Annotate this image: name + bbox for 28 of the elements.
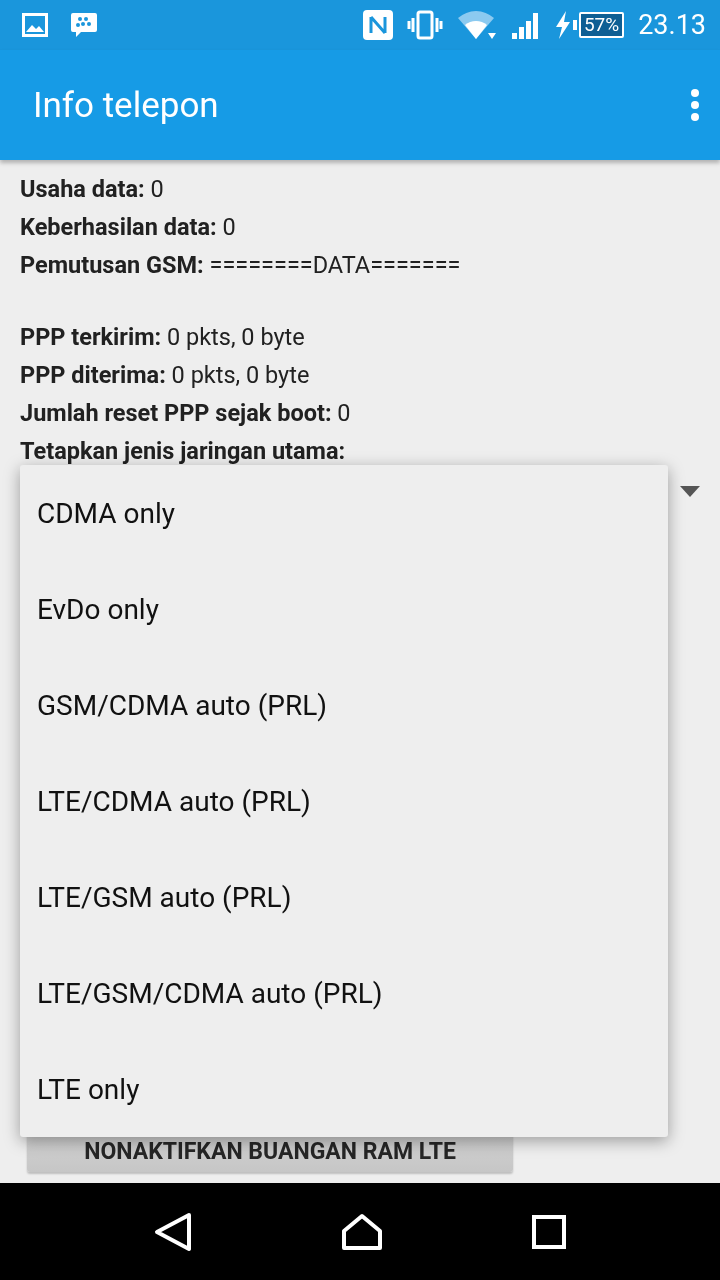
back-icon[interactable] (154, 1211, 193, 1252)
menu-item[interactable]: LTE/GSM/CDMA auto (PRL) (20, 945, 668, 1041)
chat-icon (70, 11, 98, 39)
info-line: Usaha data: 0 (20, 174, 165, 205)
clock: 23.13 (638, 9, 706, 41)
signal-icon (510, 10, 541, 40)
home-icon[interactable] (341, 1212, 383, 1251)
recents-icon[interactable] (531, 1214, 566, 1249)
more-options-icon[interactable] (690, 88, 700, 122)
vibrate-icon (406, 10, 443, 40)
menu-item[interactable]: CDMA only (20, 465, 668, 561)
charging-icon (554, 11, 571, 39)
menu-item[interactable]: LTE/GSM auto (PRL) (20, 849, 668, 945)
dropdown-arrow-icon[interactable] (680, 486, 700, 498)
info-line: PPP diterima: 0 pkts, 0 byte (20, 360, 311, 391)
wifi-icon (456, 9, 497, 41)
menu-item[interactable]: EvDo only (20, 561, 668, 657)
info-line: Keberhasilan data: 0 (20, 212, 237, 243)
info-line: Pemutusan GSM: ========DATA======= (20, 250, 462, 281)
info-line: Tetapkan jenis jaringan utama: (20, 436, 347, 467)
gallery-icon (22, 13, 48, 37)
menu-item[interactable]: GSM/CDMA auto (PRL) (20, 657, 668, 753)
battery-level: 57% (578, 12, 625, 38)
nfc-icon (362, 10, 393, 40)
info-line: PPP terkirim: 0 pkts, 0 byte (20, 322, 306, 353)
app-title: Info telepon (33, 84, 219, 126)
info-line: Jumlah reset PPP sejak boot: 0 (20, 398, 352, 429)
menu-item[interactable]: LTE/CDMA auto (PRL) (20, 753, 668, 849)
